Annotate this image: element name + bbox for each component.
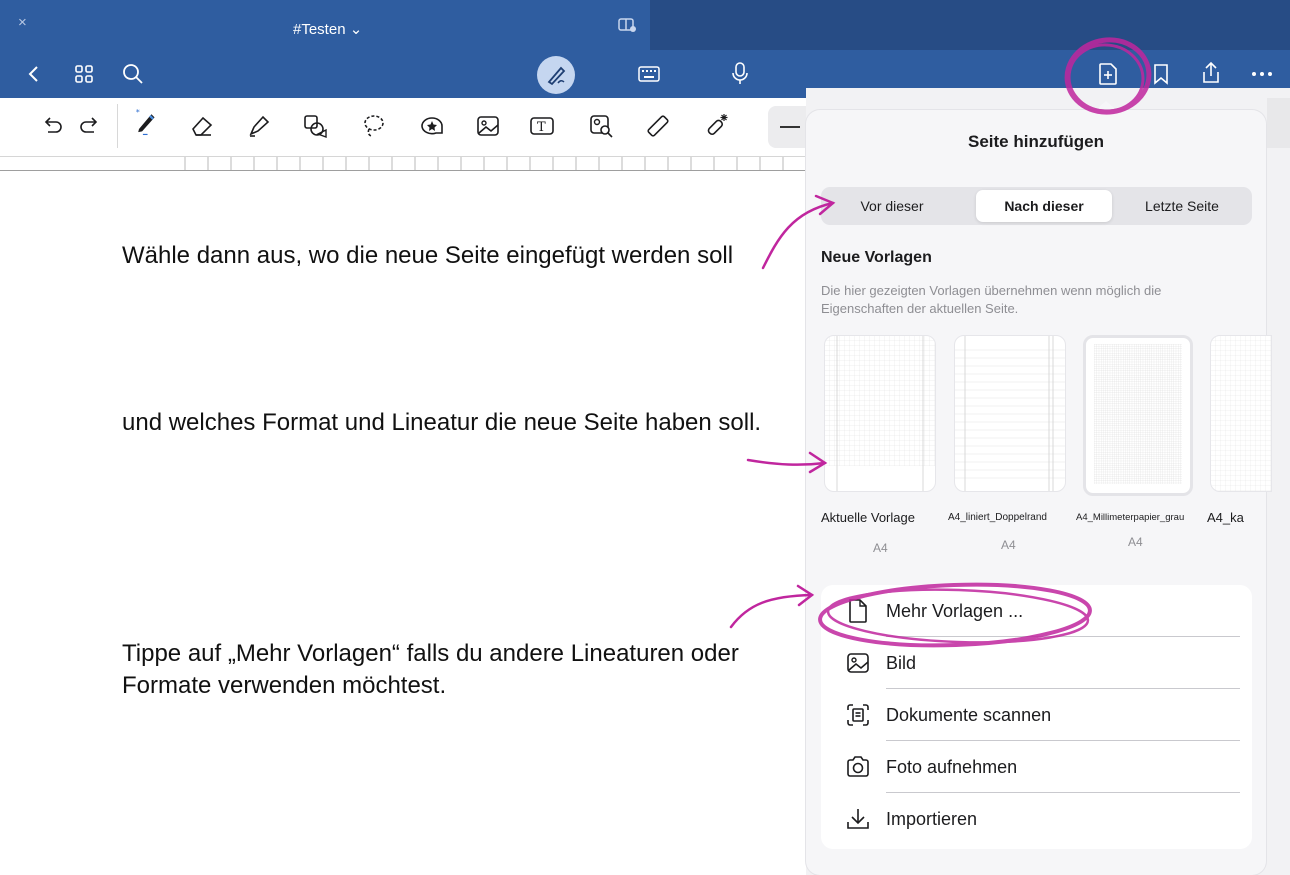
- highlighter-icon[interactable]: [245, 112, 273, 140]
- sticker-icon[interactable]: [418, 112, 446, 140]
- svg-text:*: *: [136, 108, 140, 117]
- template-size: A4: [873, 541, 888, 555]
- more-icon[interactable]: [1251, 71, 1273, 77]
- template-name: A4_ka: [1207, 510, 1244, 525]
- action-label: Importieren: [886, 809, 978, 829]
- template-size: A4: [1128, 535, 1143, 549]
- add-page-popover: Seite hinzufügen Vor dieser Nach dieser …: [806, 110, 1272, 875]
- image-icon: [845, 650, 871, 676]
- pen-mode-icon: [545, 63, 569, 87]
- action-label: Dokumente scannen: [886, 705, 1052, 725]
- take-photo-button[interactable]: Foto aufnehmen: [821, 741, 1252, 793]
- microphone-icon[interactable]: [731, 62, 749, 86]
- popover-title: Seite hinzufügen: [968, 132, 1104, 151]
- image-icon[interactable]: [474, 112, 502, 140]
- drawing-toolbar: [0, 98, 818, 157]
- search-icon[interactable]: [122, 63, 144, 85]
- pen-tool-icon[interactable]: *: [132, 108, 164, 144]
- add-page-actions: Mehr Vorlagen ... Bild Dokumente scannen…: [821, 585, 1252, 849]
- insert-after-option[interactable]: Nach dieser: [976, 190, 1112, 222]
- action-label: Mehr Vorlagen ...: [886, 601, 1024, 621]
- annotation-step-3: Tippe auf „Mehr Vorlagen“ falls du ander…: [122, 640, 739, 699]
- undo-icon[interactable]: [38, 112, 66, 140]
- document-icon: [845, 598, 871, 624]
- more-templates-button[interactable]: Mehr Vorlagen ...: [821, 585, 1252, 637]
- toolbar-divider: [117, 104, 118, 148]
- insert-position-control: Vor dieser Nach dieser Letzte Seite: [821, 187, 1252, 225]
- eraser-icon[interactable]: [188, 112, 216, 140]
- add-page-icon[interactable]: [1098, 62, 1118, 86]
- svg-text:T: T: [537, 120, 546, 135]
- annotation-step-2: und welches Format und Lineatur die neue…: [122, 409, 762, 436]
- shapes-icon[interactable]: [301, 112, 329, 140]
- action-label: Foto aufnehmen: [886, 757, 1018, 777]
- back-chevron-icon[interactable]: [27, 64, 41, 84]
- insert-before-option[interactable]: Vor dieser: [824, 190, 960, 222]
- lasso-icon[interactable]: [360, 112, 388, 140]
- bookmark-icon[interactable]: [1153, 63, 1169, 85]
- action-label: Bild: [886, 653, 917, 673]
- page-ruler: [0, 157, 818, 171]
- camera-icon: [845, 754, 871, 780]
- template-card-liniert-doppelrand[interactable]: [954, 335, 1066, 492]
- close-window-button[interactable]: ×: [18, 14, 27, 31]
- scan-documents-button[interactable]: Dokumente scannen: [821, 689, 1252, 741]
- annotation-step-1: Wähle dann aus, wo die neue Seite eingef…: [122, 242, 734, 269]
- title-bar-secondary: [650, 0, 1290, 50]
- template-card-kariert[interactable]: [1210, 335, 1272, 492]
- import-button[interactable]: Importieren: [821, 793, 1252, 845]
- insert-last-option[interactable]: Letzte Seite: [1115, 190, 1249, 222]
- page-edge: [1267, 98, 1290, 148]
- template-size: A4: [1001, 538, 1016, 552]
- image-button[interactable]: Bild: [821, 637, 1252, 689]
- share-icon[interactable]: [1200, 61, 1222, 85]
- ruler-icon[interactable]: [644, 112, 672, 140]
- import-icon: [845, 806, 871, 832]
- template-name: A4_Millimeterpapier_grau: [1076, 512, 1185, 523]
- text-box-icon[interactable]: T: [528, 112, 556, 140]
- document-title[interactable]: #Testen ⌄: [293, 20, 362, 38]
- grid-icon[interactable]: [74, 64, 94, 84]
- template-card-millimeterpapier[interactable]: [1083, 335, 1193, 496]
- image-search-icon[interactable]: [587, 112, 615, 140]
- template-card-current[interactable]: [824, 335, 936, 492]
- annotation-arrow-3: [729, 584, 815, 629]
- template-name: Aktuelle Vorlage: [821, 510, 915, 525]
- laser-pointer-icon[interactable]: [702, 112, 730, 140]
- templates-section-title: Neue Vorlagen: [821, 249, 932, 266]
- scan-document-icon: [845, 702, 871, 728]
- templates-section-description: Die hier gezeigten Vorlagen übernehmen w…: [821, 283, 1162, 316]
- split-view-icon[interactable]: [618, 18, 636, 32]
- redo-icon[interactable]: [76, 112, 104, 140]
- template-name: A4_liniert_Doppelrand: [948, 512, 1047, 523]
- keyboard-icon[interactable]: [638, 66, 660, 82]
